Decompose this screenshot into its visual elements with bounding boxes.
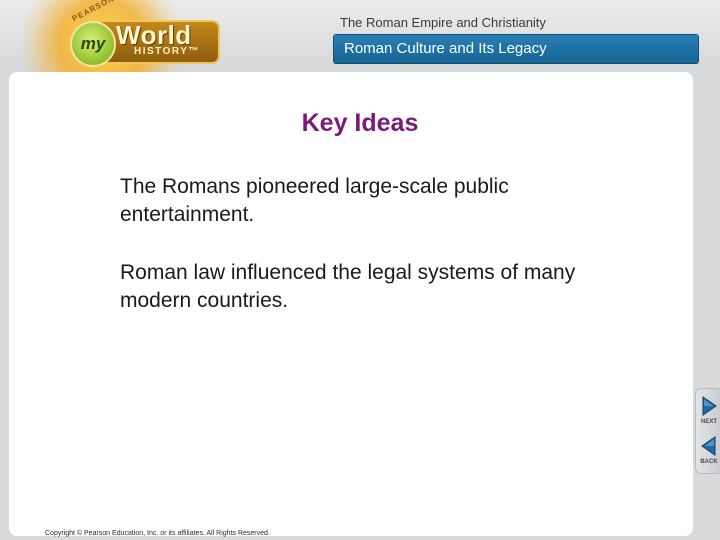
slide-content-panel: Key Ideas The Romans pioneered large-sca…: [9, 72, 693, 537]
slide-nav: NEXT BACK: [695, 388, 720, 474]
next-label: NEXT: [700, 419, 717, 425]
key-idea-1: The Romans pioneered large-scale public …: [120, 175, 509, 226]
back-arrow-icon: [701, 436, 716, 456]
next-arrow-icon: [702, 396, 717, 416]
back-button[interactable]: BACK: [698, 435, 720, 473]
logo-my-badge: my: [70, 21, 116, 67]
copyright-notice: Copyright © Pearson Education, Inc. or i…: [45, 530, 270, 537]
chapter-title: The Roman Empire and Christianity: [340, 15, 546, 30]
back-label: BACK: [700, 459, 718, 465]
section-title: Roman Culture and Its Legacy: [344, 40, 547, 57]
my-world-history-logo: PEARSON my World HISTORY™: [22, 0, 242, 124]
next-button[interactable]: NEXT: [698, 395, 720, 433]
logo-history-text: HISTORY™: [134, 46, 200, 57]
slide-heading: Key Ideas: [301, 109, 419, 137]
section-title-bar: Roman Culture and Its Legacy: [334, 35, 698, 63]
key-idea-2: Roman law influenced the legal systems o…: [120, 261, 576, 312]
